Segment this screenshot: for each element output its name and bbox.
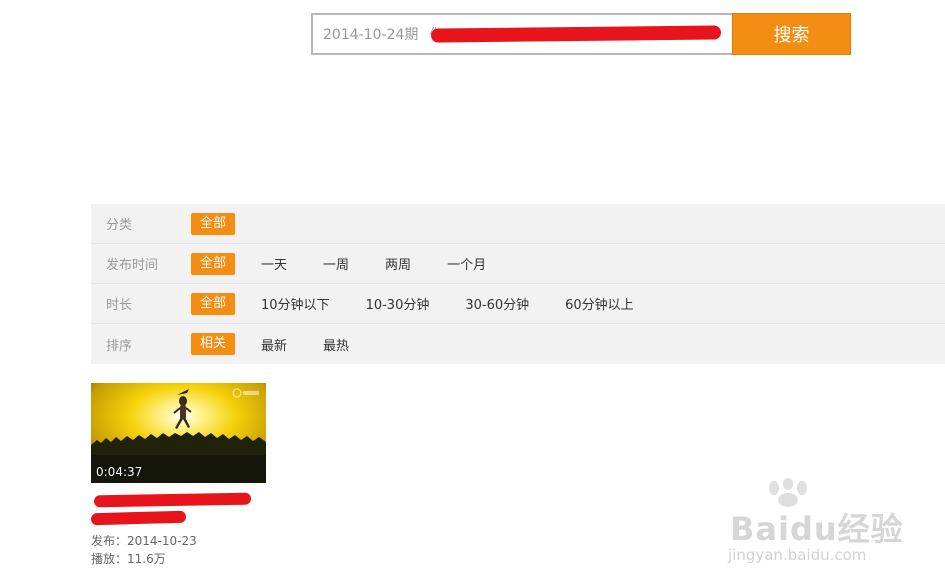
- video-result-card: 0:04:37 《 生 发布：2014-10-23 播放：11.6万: [90, 383, 266, 568]
- filter-option-over-60-min[interactable]: 60分钟以上: [565, 294, 634, 313]
- filter-label: 发布时间: [106, 258, 159, 273]
- filter-option-30-60-min[interactable]: 30-60分钟: [465, 294, 529, 313]
- video-duration: 0:04:37: [96, 465, 143, 479]
- search-button[interactable]: 搜索: [732, 13, 851, 55]
- watermark-url: jingyan.baidu.com: [728, 546, 867, 564]
- filter-option-one-month[interactable]: 一个月: [447, 254, 486, 273]
- filter-panel: 分类 全部 发布时间 全部 一天 一周 两周 一个月 时长 全部 10分钟以下 …: [91, 204, 945, 364]
- filter-option-one-day[interactable]: 一天: [261, 254, 287, 273]
- video-thumbnail[interactable]: 0:04:37: [91, 383, 266, 483]
- redaction-mark: [90, 510, 187, 526]
- search-bar: 搜索: [311, 13, 851, 55]
- video-title-link[interactable]: 《 生: [90, 490, 266, 526]
- filter-option-one-week[interactable]: 一周: [323, 254, 349, 273]
- video-play-count: 播放：11.6万: [91, 552, 166, 566]
- filter-option-under-10-min[interactable]: 10分钟以下: [261, 294, 330, 313]
- filter-row-duration: 时长 全部 10分钟以下 10-30分钟 30-60分钟 60分钟以上: [91, 284, 945, 324]
- video-publish-date: 发布：2014-10-23: [91, 534, 197, 548]
- filter-row-category: 分类 全部: [91, 204, 945, 244]
- filter-label: 时长: [106, 298, 133, 313]
- sort-option-relevant[interactable]: 相关: [191, 333, 236, 355]
- baidu-jingyan-watermark: Baidu经验 jingyan.baidu.com: [722, 478, 922, 568]
- filter-row-sort: 排序 相关 最新 最热: [91, 324, 945, 364]
- sort-option-hottest[interactable]: 最热: [323, 335, 349, 354]
- filter-option-all[interactable]: 全部: [191, 252, 236, 275]
- watermark-brand: Baidu经验: [730, 510, 904, 548]
- filter-option-two-weeks[interactable]: 两周: [385, 254, 411, 273]
- filter-option-all[interactable]: 全部: [191, 212, 236, 235]
- filter-option-10-30-min[interactable]: 10-30分钟: [366, 294, 430, 313]
- filter-label: 分类: [106, 218, 133, 233]
- sort-option-newest[interactable]: 最新: [261, 335, 287, 354]
- filter-row-publish-time: 发布时间 全部 一天 一周 两周 一个月: [91, 244, 945, 284]
- filter-option-all[interactable]: 全部: [191, 292, 236, 315]
- search-input-box[interactable]: [311, 13, 732, 55]
- filter-label: 排序: [106, 338, 133, 354]
